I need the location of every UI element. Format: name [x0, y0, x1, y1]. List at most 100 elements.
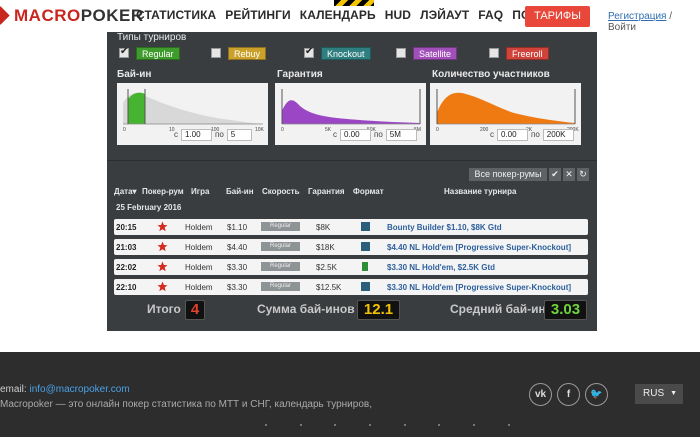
email-link[interactable]: info@macropoker.com — [29, 384, 129, 395]
nav-item-statistics[interactable]: СТАТИСТИКА — [136, 8, 216, 22]
nav-item-layout[interactable]: ЛЭЙАУТ — [420, 8, 469, 22]
buyin-to-input[interactable]: 5 — [226, 128, 252, 141]
column-header-name[interactable]: Название турнира — [444, 187, 516, 196]
column-header-date[interactable]: Дата▾ — [114, 187, 137, 196]
column-header-room[interactable]: Покер-рум — [142, 187, 184, 196]
participants-tick: 200 — [480, 127, 489, 133]
pokerstars-icon — [157, 221, 168, 232]
format-knockout-icon — [361, 222, 370, 231]
type-filter-regular[interactable]: Regular — [119, 46, 180, 60]
table-row[interactable]: 20:15 Holdem $1.10 Regular $8K Bounty Bu… — [114, 219, 588, 235]
section-divider — [107, 160, 597, 161]
type-filter-freeroll[interactable]: Freeroll — [489, 46, 549, 60]
type-badge-satellite: Satellite — [413, 46, 458, 60]
language-select[interactable]: RUS ▼ — [635, 384, 683, 404]
date-group-label: 25 February 2016 — [116, 203, 182, 212]
buyin-to-label: по — [215, 130, 224, 139]
tariffs-button[interactable]: ТАРИФЫ — [525, 6, 590, 27]
nav-item-faq[interactable]: FAQ — [478, 8, 503, 22]
logo[interactable]: MACROPOKER — [0, 5, 144, 27]
facebook-icon[interactable]: f — [557, 383, 580, 406]
row-tournament-name[interactable]: $3.30 NL Hold'em [Progressive Super-Knoc… — [387, 283, 571, 292]
nav-item-calendar[interactable]: КАЛЕНДАРЬ — [300, 8, 376, 22]
guarantee-to-input[interactable]: 5M — [385, 128, 417, 141]
row-guarantee: $8K — [316, 223, 331, 232]
guarantee-from-input[interactable]: 0.00 — [340, 128, 371, 141]
speed-badge: Regular — [261, 222, 300, 231]
buyin-tick: 0 — [123, 127, 126, 133]
all-poker-rooms-button[interactable]: Все покер-румы — [469, 168, 547, 181]
column-header-format[interactable]: Формат — [353, 187, 384, 196]
refresh-icon[interactable]: ↻ — [577, 168, 589, 181]
row-guarantee: $2.5K — [316, 263, 337, 272]
column-header-game[interactable]: Игра — [191, 187, 209, 196]
buyin-range-inputs: с 1.00 по 5 — [174, 128, 255, 141]
type-filter-rebuy[interactable]: Rebuy — [211, 46, 267, 60]
type-filter-knockout[interactable]: Knockout — [304, 46, 371, 60]
row-game: Holdem — [185, 283, 213, 292]
footer: email: info@macropoker.com Macropoker — … — [0, 352, 700, 437]
row-game: Holdem — [185, 223, 213, 232]
footer-email: email: info@macropoker.com — [0, 384, 130, 395]
tournament-types-title: Типы турниров — [117, 32, 187, 43]
participants-from-input[interactable]: 0.00 — [497, 128, 528, 141]
guarantee-to-label: по — [374, 130, 383, 139]
format-knockout-icon — [361, 282, 370, 291]
nav-item-hud[interactable]: HUD — [385, 8, 411, 22]
vk-icon[interactable]: vk — [529, 383, 552, 406]
format-regular-icon — [362, 262, 368, 271]
buyin-from-label: с — [174, 130, 178, 139]
table-row[interactable]: 22:02 Holdem $3.30 Regular $2.5K $3.30 N… — [114, 259, 588, 275]
column-header-speed[interactable]: Скорость — [262, 187, 300, 196]
pokerstars-icon — [157, 261, 168, 272]
table-row[interactable]: 21:03 Holdem $4.40 Regular $18K $4.40 NL… — [114, 239, 588, 255]
checkbox-knockout[interactable] — [304, 46, 314, 58]
guarantee-title: Гарантия — [277, 69, 323, 80]
register-link[interactable]: Регистрация — [608, 11, 666, 22]
checkbox-freeroll[interactable] — [489, 48, 499, 58]
logo-text-poker: POKER — [80, 6, 144, 25]
participants-to-input[interactable]: 200K — [542, 128, 574, 141]
column-header-buyin[interactable]: Бай-ин — [226, 187, 254, 196]
apply-check-icon[interactable]: ✔ — [549, 168, 561, 181]
email-label: email: — [0, 384, 27, 395]
row-buyin: $1.10 — [227, 223, 248, 232]
participants-to-label: по — [531, 130, 540, 139]
clear-close-icon[interactable]: ✕ — [563, 168, 575, 181]
language-value: RUS — [643, 388, 665, 399]
speed-badge: Regular — [261, 282, 300, 291]
row-guarantee: $12.5K — [316, 283, 342, 292]
checkbox-regular[interactable] — [119, 46, 129, 58]
total-label: Итого — [147, 302, 181, 316]
chevron-down-icon: ▼ — [670, 390, 677, 397]
row-tournament-name[interactable]: $4.40 NL Hold'em [Progressive Super-Knoc… — [387, 243, 571, 252]
nav-item-ratings[interactable]: РЕЙТИНГИ — [225, 8, 290, 22]
checkbox-satellite[interactable] — [396, 48, 406, 58]
type-badge-regular: Regular — [136, 46, 180, 60]
participants-from-label: с — [490, 130, 494, 139]
row-tournament-name[interactable]: Bounty Builder $1.10, $8K Gtd — [387, 223, 502, 232]
buyin-title: Бай-ин — [117, 69, 152, 80]
row-buyin: $3.30 — [227, 263, 248, 272]
guarantee-range-inputs: с 0.00 по 5M — [333, 128, 420, 141]
row-tournament-name[interactable]: $3.30 NL Hold'em, $2.5K Gtd — [387, 263, 495, 272]
type-filter-satellite[interactable]: Satellite — [396, 46, 458, 60]
top-navigation-bar: MACROPOKER СТАТИСТИКА РЕЙТИНГИ КАЛЕНДАРЬ… — [0, 0, 700, 33]
buyin-selected-range — [128, 92, 145, 124]
type-badge-rebuy: Rebuy — [228, 46, 267, 60]
row-guarantee: $18K — [316, 243, 335, 252]
checkbox-rebuy[interactable] — [211, 48, 221, 58]
twitter-icon[interactable]: 🐦 — [585, 383, 608, 406]
buyin-from-input[interactable]: 1.00 — [181, 128, 212, 141]
login-link[interactable]: Войти — [608, 22, 636, 33]
pokerstars-icon — [157, 281, 168, 292]
participants-title: Количество участников — [432, 69, 550, 80]
buyin-sum-label: Сумма бай-инов — [257, 302, 355, 316]
row-time: 22:10 — [116, 283, 137, 292]
total-count: 4 — [185, 300, 205, 320]
buyin-sum-value: 12.1 — [357, 300, 400, 320]
column-header-guarantee[interactable]: Гарантия — [308, 187, 345, 196]
table-row[interactable]: 22:10 Holdem $3.30 Regular $12.5K $3.30 … — [114, 279, 588, 295]
type-badge-knockout: Knockout — [321, 46, 371, 60]
guarantee-from-label: с — [333, 130, 337, 139]
